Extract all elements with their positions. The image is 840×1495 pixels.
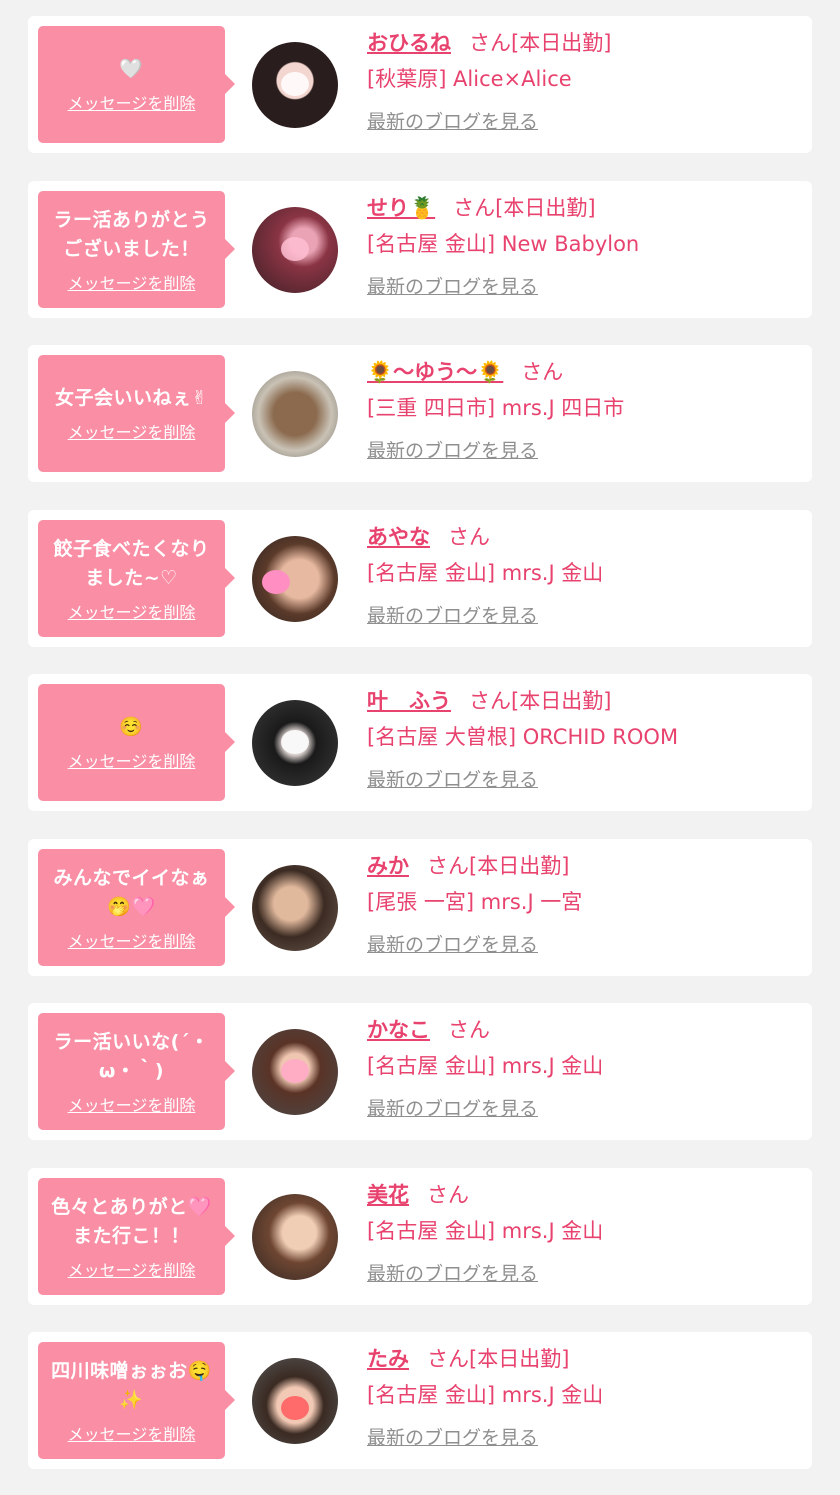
latest-blog-link[interactable]: 最新のブログを見る bbox=[367, 931, 538, 959]
shop-label: [三重 四日市] mrs.J 四日市 bbox=[367, 396, 625, 420]
message-text: ラー活ありがとう ございました！ bbox=[53, 208, 210, 260]
avatar[interactable] bbox=[252, 1029, 338, 1115]
delete-message-link[interactable]: メッセージを削除 bbox=[68, 1421, 196, 1445]
heart-sticker bbox=[262, 570, 290, 594]
delete-message-link[interactable]: メッセージを削除 bbox=[68, 270, 196, 294]
cast-name-link[interactable]: みか bbox=[367, 854, 409, 878]
message-text: みんなでイイなぁ 🤭🩷 bbox=[53, 866, 210, 918]
shop-label: [名古屋 金山] mrs.J 金山 bbox=[367, 1219, 604, 1243]
cast-name-link[interactable]: せり🍍 bbox=[367, 196, 435, 220]
shop-label: [名古屋 大曽根] ORCHID ROOM bbox=[367, 725, 679, 749]
latest-blog-link[interactable]: 最新のブログを見る bbox=[367, 602, 538, 630]
shop-label: [名古屋 金山] mrs.J 金山 bbox=[367, 561, 604, 585]
cast-name-link[interactable]: おひるね bbox=[367, 31, 451, 55]
shop-label: [名古屋 金山] mrs.J 金山 bbox=[367, 1383, 604, 1407]
cast-name-link[interactable]: 叶 ふう bbox=[367, 689, 451, 713]
delete-message-link[interactable]: メッセージを削除 bbox=[68, 599, 196, 623]
honorific-label: さん bbox=[469, 689, 511, 713]
message-text: ラー活いいな(´・ ω・｀) bbox=[53, 1030, 210, 1082]
message-text: 色々とありがと🩷 また行こ！！ bbox=[51, 1195, 212, 1247]
message-card: 餃子食べたくなり ました~♡ メッセージを削除 あやな さん [名古屋 金山] m… bbox=[28, 510, 812, 647]
avatar[interactable] bbox=[252, 700, 338, 786]
attendance-status: [本日出勤] bbox=[511, 689, 612, 713]
delete-message-link[interactable]: メッセージを削除 bbox=[68, 748, 196, 772]
avatar[interactable] bbox=[252, 536, 338, 622]
latest-blog-link[interactable]: 最新のブログを見る bbox=[367, 766, 538, 794]
message-bubble: 色々とありがと🩷 また行こ！！ メッセージを削除 bbox=[38, 1178, 235, 1295]
avatar[interactable] bbox=[252, 865, 338, 951]
honorific-label: さん bbox=[469, 31, 511, 55]
message-text: 四川味噌ぉぉお🤤 ✨ bbox=[51, 1359, 212, 1411]
message-text: 🤍 bbox=[119, 58, 144, 80]
honorific-label: さん bbox=[427, 1347, 469, 1371]
shop-label: [名古屋 金山] New Babylon bbox=[367, 232, 640, 256]
honorific-label: さん bbox=[427, 854, 469, 878]
message-bubble: 🤍 メッセージを削除 bbox=[38, 26, 235, 143]
latest-blog-link[interactable]: 最新のブログを見る bbox=[367, 1095, 538, 1123]
honorific-label: さん bbox=[448, 525, 490, 549]
message-text: 女子会いいねぇ✌ bbox=[55, 387, 208, 409]
attendance-status: [本日出勤] bbox=[469, 854, 570, 878]
attendance-status: [本日出勤] bbox=[495, 196, 596, 220]
avatar[interactable] bbox=[252, 207, 338, 293]
shop-label: [尾張 一宮] mrs.J 一宮 bbox=[367, 890, 583, 914]
honorific-label: さん bbox=[448, 1018, 490, 1042]
message-card: ラー活いいな(´・ ω・｀) メッセージを削除 かなこ さん [名古屋 金山] m… bbox=[28, 1003, 812, 1140]
attendance-status: [本日出勤] bbox=[511, 31, 612, 55]
message-bubble: 餃子食べたくなり ました~♡ メッセージを削除 bbox=[38, 520, 235, 637]
honorific-label: さん bbox=[521, 360, 564, 384]
message-card: ラー活ありがとう ございました！ メッセージを削除 せり🍍 さん[本日出勤] [名… bbox=[28, 181, 812, 318]
message-card: みんなでイイなぁ 🤭🩷 メッセージを削除 みか さん[本日出勤] [尾張 一宮] … bbox=[28, 839, 812, 976]
message-card: 四川味噌ぉぉお🤤 ✨ メッセージを削除 たみ さん[本日出勤] [名古屋 金山] … bbox=[28, 1332, 812, 1469]
avatar[interactable] bbox=[252, 371, 338, 457]
latest-blog-link[interactable]: 最新のブログを見る bbox=[367, 437, 538, 465]
shop-label: [秋葉原] Alice×Alice bbox=[367, 67, 572, 91]
cast-name-link[interactable]: たみ bbox=[367, 1347, 409, 1371]
message-card: 🤍 メッセージを削除 おひるね さん[本日出勤] [秋葉原] Alice×Alic… bbox=[28, 16, 812, 153]
delete-message-link[interactable]: メッセージを削除 bbox=[68, 1257, 196, 1281]
avatar[interactable] bbox=[252, 1358, 338, 1444]
cast-name-link[interactable]: 🌻〜ゆう〜🌻 bbox=[367, 360, 503, 384]
cast-name-link[interactable]: あやな bbox=[367, 525, 430, 549]
honorific-label: さん bbox=[427, 1183, 469, 1207]
message-bubble: 女子会いいねぇ✌ メッセージを削除 bbox=[38, 355, 235, 472]
message-card: 色々とありがと🩷 また行こ！！ メッセージを削除 美花 さん [名古屋 金山] m… bbox=[28, 1168, 812, 1305]
face-sticker bbox=[281, 1396, 309, 1420]
honorific-label: さん bbox=[453, 196, 496, 220]
message-bubble: ラー活いいな(´・ ω・｀) メッセージを削除 bbox=[38, 1013, 235, 1130]
message-bubble: ☺️ メッセージを削除 bbox=[38, 684, 235, 801]
face-mask bbox=[281, 1059, 309, 1083]
face-mask bbox=[281, 72, 309, 96]
latest-blog-link[interactable]: 最新のブログを見る bbox=[367, 108, 538, 136]
message-bubble: 四川味噌ぉぉお🤤 ✨ メッセージを削除 bbox=[38, 1342, 235, 1459]
cast-name-link[interactable]: 美花 bbox=[367, 1183, 409, 1207]
delete-message-link[interactable]: メッセージを削除 bbox=[68, 928, 196, 952]
shop-label: [名古屋 金山] mrs.J 金山 bbox=[367, 1054, 604, 1078]
avatar[interactable] bbox=[252, 42, 338, 128]
latest-blog-link[interactable]: 最新のブログを見る bbox=[367, 1424, 538, 1452]
cast-name-link[interactable]: かなこ bbox=[367, 1018, 430, 1042]
delete-message-link[interactable]: メッセージを削除 bbox=[68, 419, 196, 443]
face-mask bbox=[281, 730, 309, 754]
latest-blog-link[interactable]: 最新のブログを見る bbox=[367, 1260, 538, 1288]
avatar[interactable] bbox=[252, 1194, 338, 1280]
delete-message-link[interactable]: メッセージを削除 bbox=[68, 1092, 196, 1116]
message-text: 餃子食べたくなり ました~♡ bbox=[53, 537, 210, 589]
message-card: 女子会いいねぇ✌ メッセージを削除 🌻〜ゆう〜🌻 さん [三重 四日市] mrs.… bbox=[28, 345, 812, 482]
message-bubble: ラー活ありがとう ございました！ メッセージを削除 bbox=[38, 191, 235, 308]
message-text: ☺️ bbox=[119, 716, 144, 738]
attendance-status: [本日出勤] bbox=[469, 1347, 570, 1371]
face-mask bbox=[281, 237, 309, 261]
latest-blog-link[interactable]: 最新のブログを見る bbox=[367, 273, 538, 301]
delete-message-link[interactable]: メッセージを削除 bbox=[68, 90, 196, 114]
message-card: ☺️ メッセージを削除 叶 ふう さん[本日出勤] [名古屋 大曽根] ORCHI… bbox=[28, 674, 812, 811]
message-bubble: みんなでイイなぁ 🤭🩷 メッセージを削除 bbox=[38, 849, 235, 966]
